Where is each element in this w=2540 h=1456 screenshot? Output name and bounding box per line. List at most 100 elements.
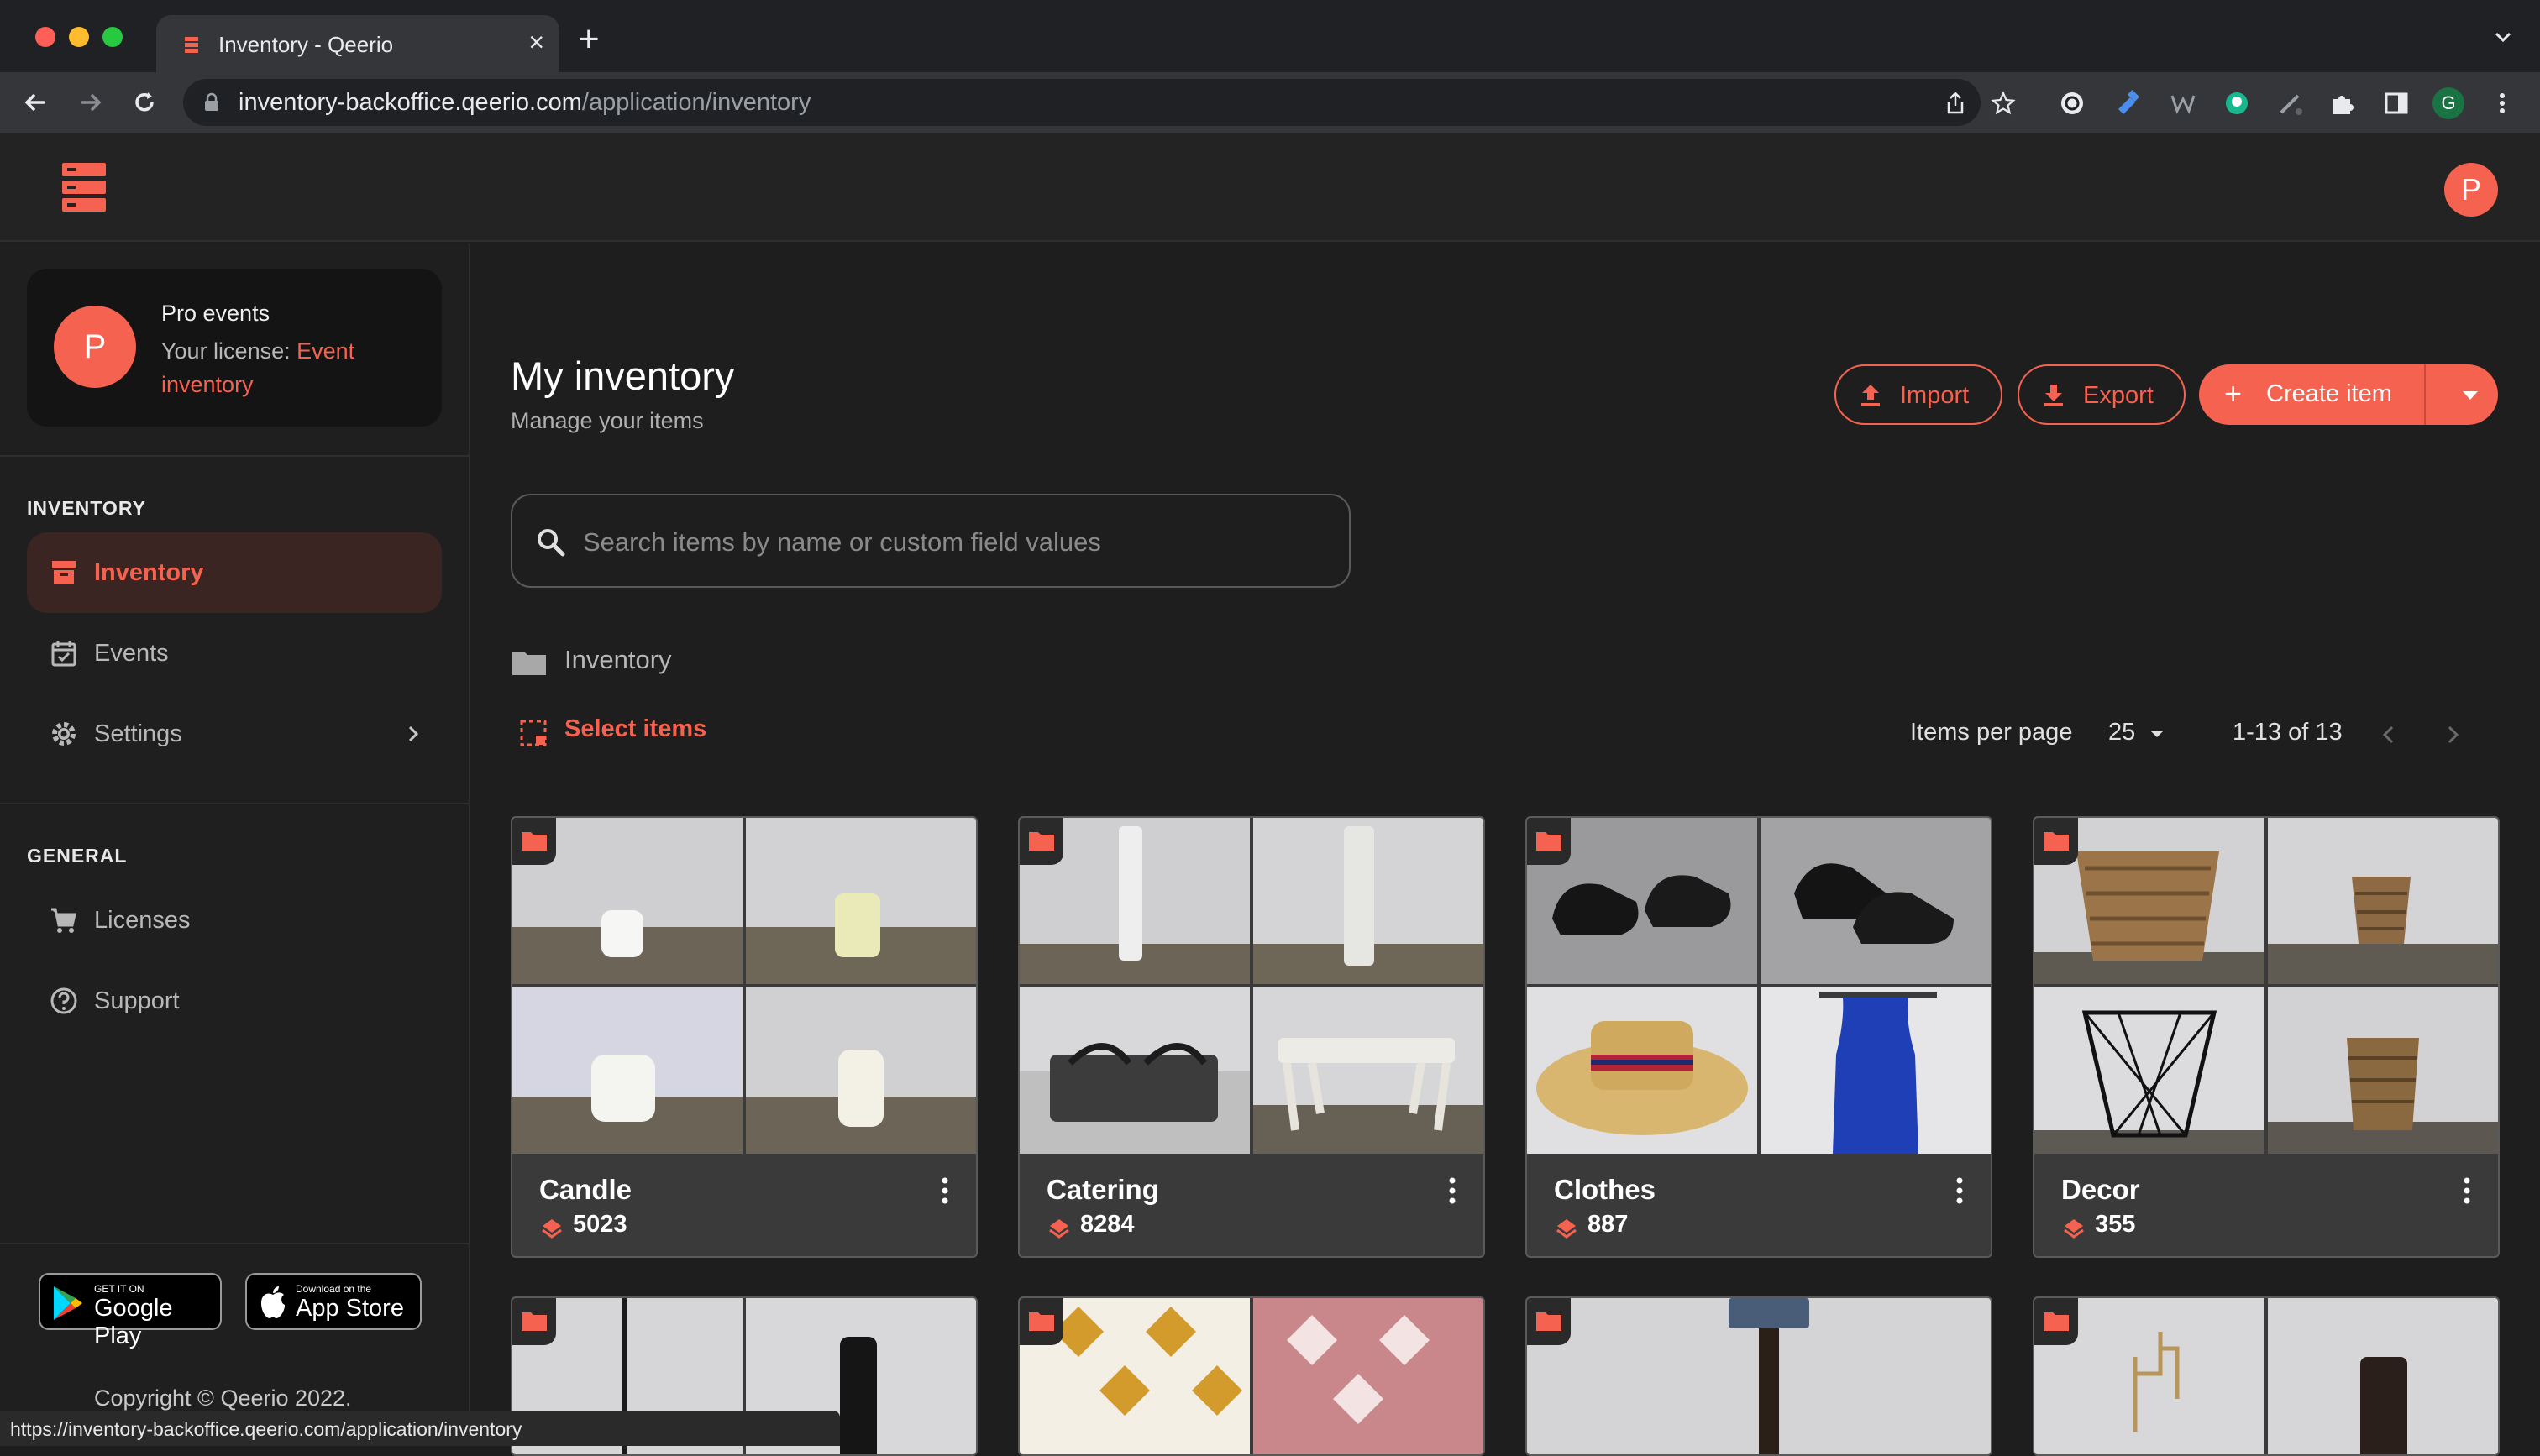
address-url: inventory-backoffice.qeerio.com/applicat… xyxy=(239,89,811,117)
side-panel-icon[interactable] xyxy=(2382,89,2411,118)
caret-down-icon[interactable] xyxy=(2461,390,2480,401)
sidebar-item-support[interactable]: Support xyxy=(27,961,442,1041)
more-vertical-icon[interactable] xyxy=(1954,1174,1965,1207)
browser-tab[interactable]: Inventory - Qeerio × xyxy=(156,15,559,72)
sidebar-item-settings[interactable]: Settings xyxy=(27,694,442,774)
category-card-candle[interactable]: Candle 5023 xyxy=(511,816,978,1258)
card-count: 887 xyxy=(1588,1211,1629,1238)
app-store-badge[interactable]: Download on the App Store xyxy=(245,1273,422,1330)
sidebar-divider xyxy=(0,1243,470,1244)
import-label: Import xyxy=(1900,382,1970,409)
close-window-button[interactable] xyxy=(35,27,55,47)
chevron-right-icon[interactable] xyxy=(2443,722,2464,747)
create-item-button[interactable]: + Create item xyxy=(2199,364,2498,425)
caret-down-icon[interactable] xyxy=(2149,729,2165,739)
more-vertical-icon[interactable] xyxy=(1446,1174,1458,1207)
item-photo xyxy=(2034,987,2264,1154)
more-vertical-icon[interactable] xyxy=(2461,1174,2473,1207)
tab-close-icon[interactable]: × xyxy=(528,27,544,58)
cart-icon xyxy=(51,908,76,933)
card-title: Decor xyxy=(2061,1174,2140,1205)
category-card[interactable] xyxy=(2033,1296,2500,1456)
minimize-window-button[interactable] xyxy=(69,27,89,47)
select-dashed-square-icon xyxy=(520,720,547,746)
address-bar[interactable]: inventory-backoffice.qeerio.com/applicat… xyxy=(183,79,2016,126)
lock-icon xyxy=(205,92,218,111)
copyright-text: Copyright © Qeerio 2022. xyxy=(94,1385,352,1411)
extension-hammer-icon[interactable] xyxy=(2113,89,2142,118)
sidebar-item-inventory[interactable]: Inventory xyxy=(27,532,442,613)
category-card-catering[interactable]: Catering 8284 xyxy=(1018,816,1485,1258)
section-label-inventory: INVENTORY xyxy=(27,497,146,519)
chevron-left-icon[interactable] xyxy=(2377,722,2399,747)
layers-icon xyxy=(1049,1219,1069,1239)
more-vertical-icon[interactable] xyxy=(939,1174,951,1207)
tab-search-chevron-icon[interactable] xyxy=(2491,25,2515,49)
upload-icon xyxy=(1861,385,1880,406)
extension-w-icon[interactable] xyxy=(2169,89,2197,118)
folder-icon xyxy=(2044,1312,2069,1331)
page-range: 1-13 of 13 xyxy=(2233,719,2343,746)
profile-avatar[interactable]: G xyxy=(2432,87,2464,119)
maximize-window-button[interactable] xyxy=(102,27,123,47)
bookmark-star-icon[interactable] xyxy=(1991,91,2016,116)
new-tab-button[interactable]: + xyxy=(578,18,600,60)
search-placeholder: Search items by name or custom field val… xyxy=(583,527,1101,557)
qeerio-logo-icon[interactable] xyxy=(60,161,108,213)
folder-tag xyxy=(2034,818,2078,865)
card-photos xyxy=(2034,818,2498,1154)
share-icon[interactable] xyxy=(1944,91,1967,116)
card-count: 5023 xyxy=(573,1211,627,1238)
category-card[interactable] xyxy=(1018,1296,1485,1456)
organization-avatar: P xyxy=(54,306,136,388)
search-input[interactable]: Search items by name or custom field val… xyxy=(511,494,1351,588)
gear-icon xyxy=(52,722,76,746)
export-label: Export xyxy=(2083,382,2154,409)
category-card[interactable] xyxy=(1525,1296,1992,1456)
reload-icon[interactable] xyxy=(129,87,160,118)
category-card-clothes[interactable]: Clothes 887 xyxy=(1525,816,1992,1258)
main-content: My inventory Manage your items Import Ex… xyxy=(472,244,2540,1456)
extension-pen-icon[interactable] xyxy=(2276,89,2305,118)
sidebar-item-label: Licenses xyxy=(94,907,191,934)
folder-icon xyxy=(1536,1312,1561,1331)
layers-icon xyxy=(1556,1219,1577,1239)
items-per-page-select[interactable]: 25 xyxy=(2108,719,2135,746)
qeerio-favicon-icon xyxy=(185,37,198,53)
pagination: Items per page 25 1-13 of 13 xyxy=(1910,719,2515,752)
back-arrow-icon[interactable] xyxy=(20,87,50,118)
chevron-right-icon xyxy=(408,725,419,742)
extension-cloud-icon[interactable] xyxy=(2222,89,2251,118)
category-card-decor[interactable]: Decor 355 xyxy=(2033,816,2500,1258)
item-photo xyxy=(1253,1298,1483,1454)
browser-menu-icon[interactable] xyxy=(2488,89,2516,118)
calendar-check-icon xyxy=(51,641,76,667)
folder-icon xyxy=(1029,832,1054,851)
url-host: inventory-backoffice.qeerio.com xyxy=(239,89,582,116)
item-photo xyxy=(2268,987,2498,1154)
sidebar-item-licenses[interactable]: Licenses xyxy=(27,880,442,961)
card-photos xyxy=(512,818,976,1154)
forward-arrow-icon[interactable] xyxy=(76,87,106,118)
user-avatar[interactable]: P xyxy=(2444,163,2498,217)
item-photo xyxy=(1527,987,1757,1154)
item-photo xyxy=(746,987,976,1154)
layers-icon xyxy=(2064,1219,2084,1239)
organization-card[interactable]: P Pro events Your license: Event invento… xyxy=(27,269,442,427)
item-photo xyxy=(1020,987,1250,1154)
browser-tab-bar: Inventory - Qeerio × + xyxy=(0,0,2540,72)
sidebar-item-events[interactable]: Events xyxy=(27,613,442,694)
import-button[interactable]: Import xyxy=(1834,364,2002,425)
select-items-label: Select items xyxy=(564,715,707,742)
export-button[interactable]: Export xyxy=(2018,364,2186,425)
extension-q-icon[interactable] xyxy=(2058,89,2086,118)
google-play-badge[interactable]: GET IT ON Google Play xyxy=(39,1273,222,1349)
item-photo xyxy=(1761,818,1991,984)
create-item-label: Create item xyxy=(2266,380,2392,407)
section-label-general: GENERAL xyxy=(27,845,128,867)
item-photo xyxy=(746,818,976,984)
card-title: Candle xyxy=(539,1174,632,1205)
folder-tag xyxy=(1020,1298,1063,1345)
extensions-puzzle-icon[interactable] xyxy=(2328,89,2357,118)
plus-icon: + xyxy=(2224,376,2243,411)
